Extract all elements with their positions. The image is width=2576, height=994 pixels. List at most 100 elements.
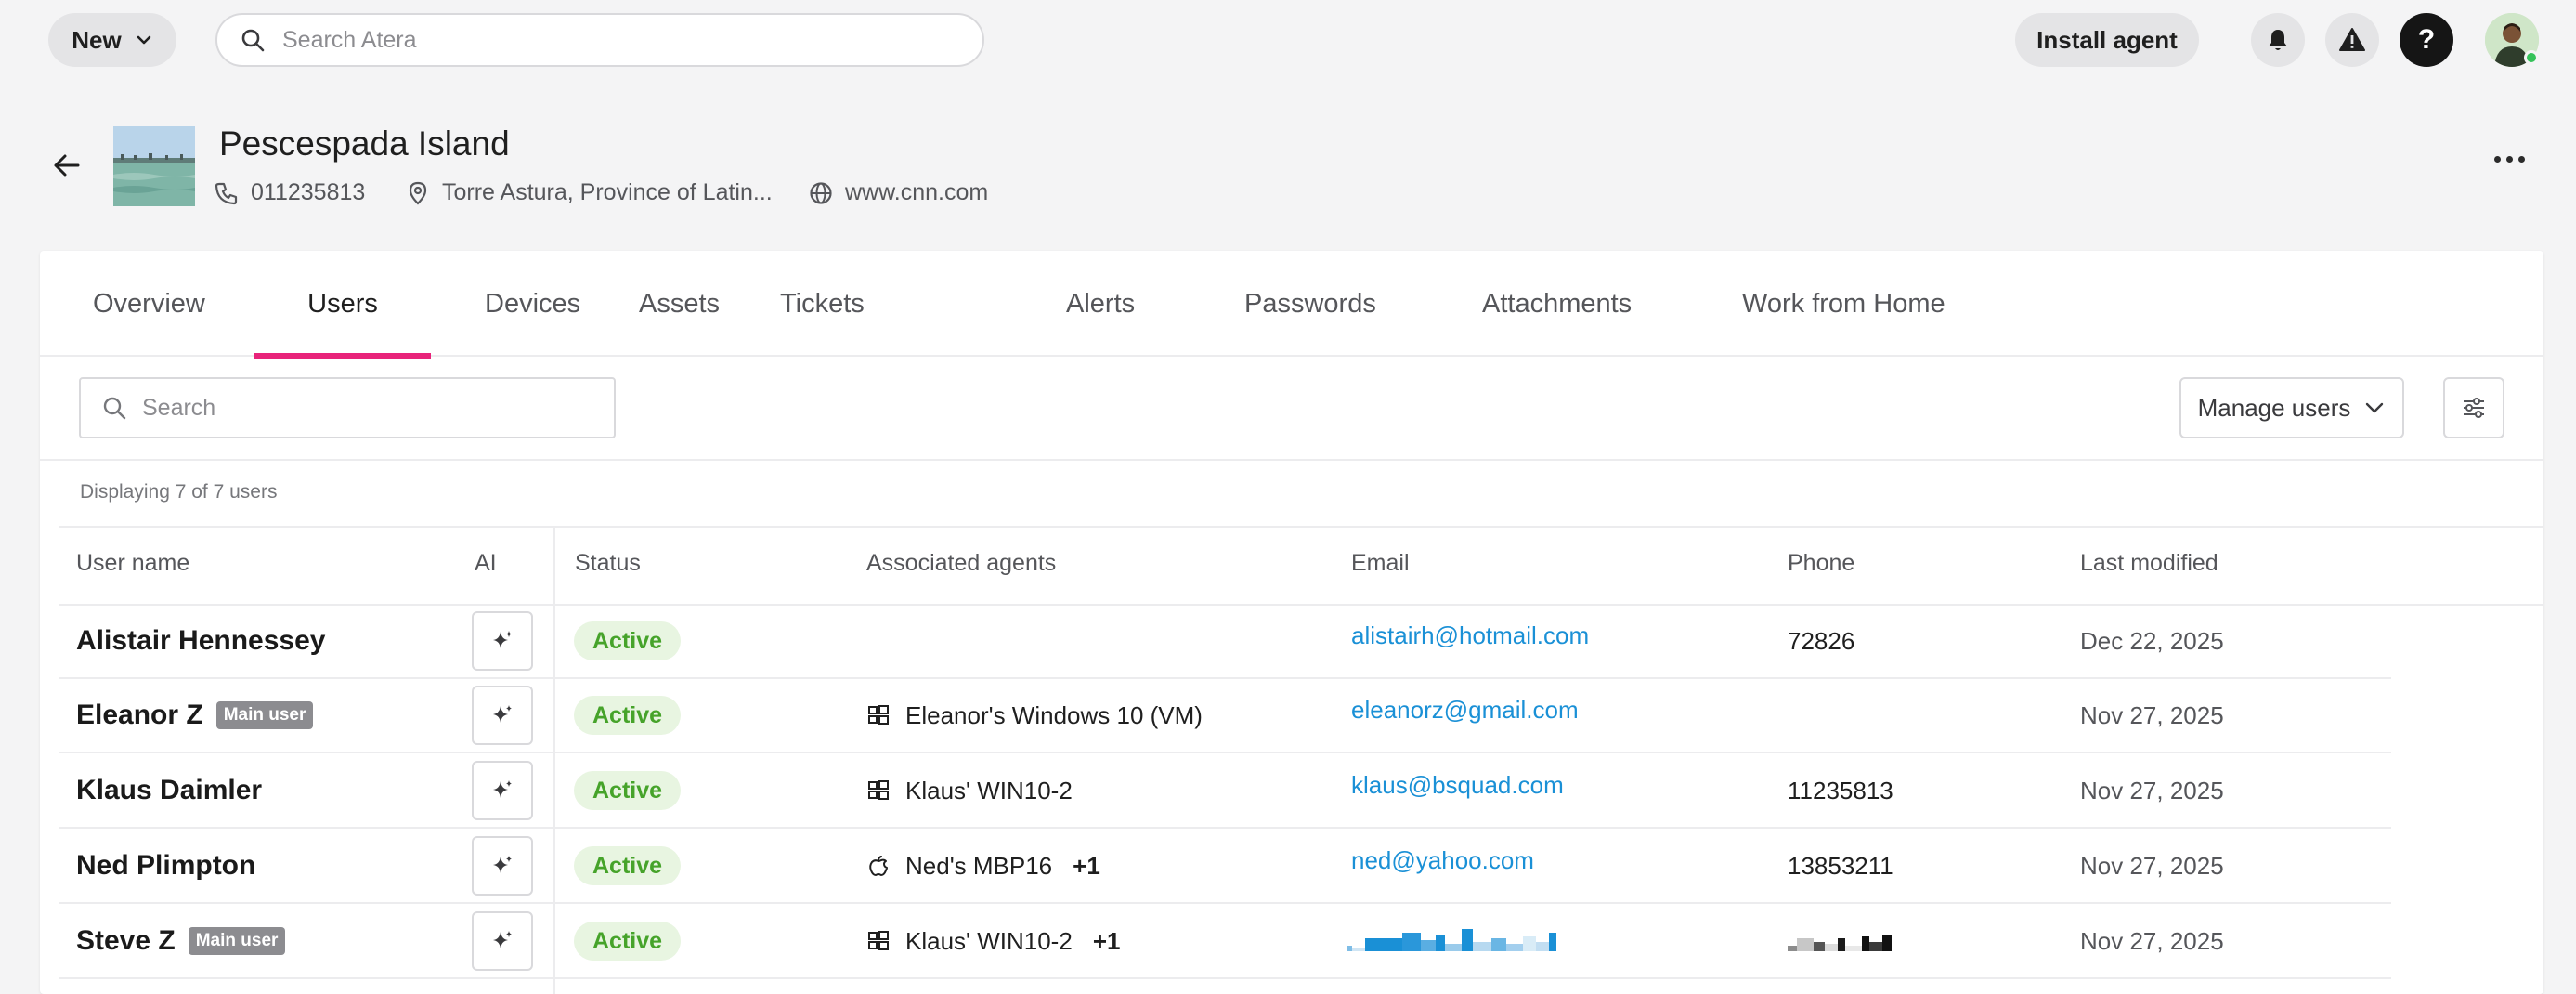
email-link[interactable]: alistairh@hotmail.com <box>1351 619 1589 652</box>
user-name[interactable]: Steve Z Main user <box>76 921 286 961</box>
phone-value: 11235813 <box>1788 776 1893 804</box>
tab-alerts[interactable]: Alerts <box>1066 251 1135 357</box>
toolbar-divider <box>40 459 2543 461</box>
new-button[interactable]: New <box>48 13 176 67</box>
status-badge: Active <box>574 696 682 735</box>
header-last-modified[interactable]: Last modified <box>2080 550 2218 577</box>
global-search[interactable] <box>215 13 984 67</box>
header-associated-agents[interactable]: Associated agents <box>866 550 1056 577</box>
ai-summary-button[interactable] <box>472 611 533 671</box>
header-phone[interactable]: Phone <box>1788 550 1854 577</box>
agent-name: Klaus' WIN10-2 <box>905 926 1073 955</box>
windows-icon <box>868 931 889 950</box>
sparkle-icon <box>493 856 512 873</box>
user-name[interactable]: Klaus Daimler <box>76 770 262 811</box>
associated-agent[interactable]: Klaus' WIN10-2 <box>866 774 1073 807</box>
more-agents-count[interactable]: +1 <box>1093 927 1121 956</box>
associated-agent[interactable]: Ned's MBP16 +1 <box>866 849 1100 883</box>
user-name-text: Ned Plimpton <box>76 850 256 881</box>
users-search-input[interactable] <box>142 394 579 422</box>
header-user-name[interactable]: User name <box>76 550 189 577</box>
more-dot-icon <box>2506 156 2513 163</box>
status-badge: Active <box>574 621 682 660</box>
modified-date: Nov 27, 2025 <box>2080 700 2224 729</box>
column-settings-button[interactable] <box>2443 377 2504 438</box>
users-search[interactable] <box>79 377 616 438</box>
ai-summary-button[interactable] <box>472 686 533 745</box>
question-icon: ? <box>2417 24 2436 55</box>
customer-phone-value: 011235813 <box>251 179 366 205</box>
apple-icon <box>869 856 888 876</box>
header-ai: AI <box>475 550 497 576</box>
install-agent-button[interactable]: Install agent <box>2015 13 2199 67</box>
global-search-input[interactable] <box>282 26 932 54</box>
tab-overview[interactable]: Overview <box>93 251 205 357</box>
associated-agent[interactable]: Klaus' WIN10-2 +1 <box>866 924 1120 958</box>
user-name-text: Eleanor Z <box>76 700 203 730</box>
main-user-badge: Main user <box>188 927 286 955</box>
user-name[interactable]: Alistair Hennessey <box>76 621 325 661</box>
customer-logo <box>113 126 195 206</box>
agent-name: Eleanor's Windows 10 (VM) <box>905 700 1203 729</box>
more-dot-icon <box>2494 156 2501 163</box>
ai-summary-button[interactable] <box>472 911 533 971</box>
status-badge: Active <box>574 771 682 810</box>
customer-website-value: www.cnn.com <box>845 179 989 205</box>
redacted-phone <box>1788 933 1892 951</box>
status-badge: Active <box>574 846 682 885</box>
phone-value: 72826 <box>1788 626 1855 655</box>
search-icon <box>241 29 265 52</box>
email-link[interactable]: ned@yahoo.com <box>1351 844 1534 877</box>
user-name[interactable]: Ned Plimpton <box>76 845 255 886</box>
ai-summary-button[interactable] <box>472 761 533 820</box>
header-divider <box>59 604 2543 606</box>
warning-icon <box>2339 28 2365 51</box>
notifications-button[interactable] <box>2251 13 2305 67</box>
customer-phone: 011235813 <box>214 179 365 206</box>
email-link[interactable]: eleanorz@gmail.com <box>1351 693 1579 726</box>
back-arrow-icon[interactable] <box>50 149 84 182</box>
agent-name: Ned's MBP16 <box>905 851 1053 880</box>
user-name[interactable]: Eleanor Z Main user <box>76 695 314 736</box>
sparkle-icon <box>493 705 512 723</box>
alerts-button[interactable] <box>2325 13 2379 67</box>
sliders-icon <box>2464 398 2484 418</box>
modified-date: Nov 27, 2025 <box>2080 926 2224 955</box>
more-agents-count[interactable]: +1 <box>1073 852 1100 881</box>
ai-summary-button[interactable] <box>472 836 533 896</box>
windows-icon <box>868 780 889 800</box>
user-name-text: Alistair Hennessey <box>76 625 326 656</box>
customer-website[interactable]: www.cnn.com <box>808 179 988 206</box>
header-email[interactable]: Email <box>1351 550 1410 577</box>
online-status-dot <box>2524 50 2539 65</box>
island-photo-icon <box>113 126 195 206</box>
status-badge: Active <box>574 922 682 961</box>
top-bar: New Install agent ? <box>0 0 2576 78</box>
row-divider <box>59 752 2391 753</box>
row-divider <box>59 827 2391 829</box>
customer-name: Pescespada Island <box>219 124 510 163</box>
help-button[interactable]: ? <box>2400 13 2453 67</box>
tab-passwords[interactable]: Passwords <box>1244 251 1376 357</box>
tab-assets[interactable]: Assets <box>639 251 720 357</box>
chevron-down-icon <box>137 35 151 45</box>
customer-detail-card: Overview Users Devices Assets Tickets Al… <box>40 251 2543 994</box>
tab-devices[interactable]: Devices <box>485 251 580 357</box>
email-link[interactable]: klaus@bsquad.com <box>1351 768 1564 802</box>
tab-tickets[interactable]: Tickets <box>780 251 865 357</box>
more-dot-icon <box>2518 156 2525 163</box>
more-options-button[interactable] <box>2494 156 2525 163</box>
tab-work-from-home[interactable]: Work from Home <box>1742 251 1945 357</box>
tab-users[interactable]: Users <box>254 251 431 359</box>
row-divider <box>59 902 2391 904</box>
associated-agent[interactable]: Eleanor's Windows 10 (VM) <box>866 699 1203 732</box>
tab-attachments[interactable]: Attachments <box>1482 251 1632 357</box>
modified-date: Nov 27, 2025 <box>2080 851 2224 880</box>
sparkle-icon <box>493 931 512 948</box>
manage-users-dropdown[interactable]: Manage users <box>2179 377 2404 438</box>
user-name-text: Steve Z <box>76 925 176 956</box>
display-count: Displaying 7 of 7 users <box>80 481 278 503</box>
sparkle-icon <box>493 780 512 798</box>
header-status[interactable]: Status <box>575 550 641 577</box>
customer-location-value: Torre Astura, Province of Latin... <box>442 179 773 205</box>
